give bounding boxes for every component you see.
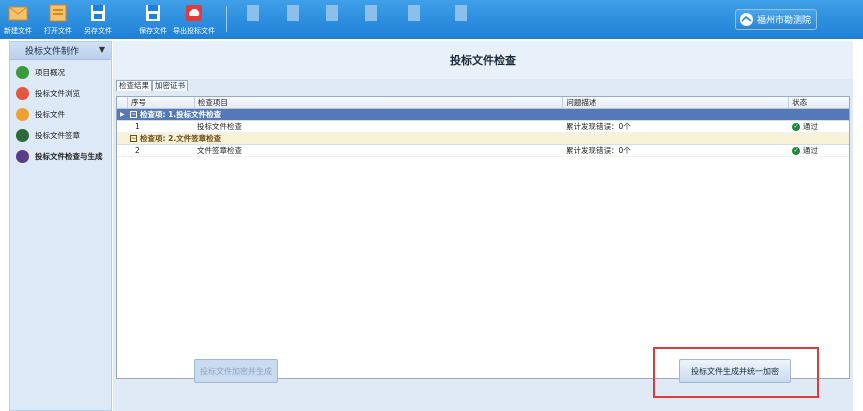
sidebar-item-bid-file[interactable]: 投标文件: [10, 108, 111, 129]
doc-icon: [455, 5, 467, 21]
check-generate-icon: [16, 150, 29, 163]
sidebar-item-project-overview[interactable]: 项目概况: [10, 66, 111, 87]
table-row[interactable]: 1 投标文件检查 累计发现错误：0个 ✓ 通过: [117, 121, 849, 133]
cell-no: 1: [135, 122, 140, 131]
check-circle-icon: ✓: [792, 146, 800, 155]
highlight-annotation: [653, 347, 819, 398]
sidebar-item-label: 项目概况: [35, 68, 65, 77]
cell-no: 2: [135, 146, 140, 155]
org-badge[interactable]: 福州市勘测院: [735, 9, 817, 30]
column-header-status[interactable]: 状态: [789, 97, 849, 108]
toolbar-disabled-button-4[interactable]: [360, 2, 382, 26]
status-cell: ✓ 通过: [789, 145, 849, 156]
save-icon: [146, 5, 160, 21]
save-as-icon: [91, 5, 105, 21]
toolbar-disabled-button-1[interactable]: [242, 2, 264, 26]
save-as-label: 另存文件: [84, 27, 112, 35]
page-title: 投标文件检查: [113, 41, 853, 79]
new-file-button[interactable]: 新建文件: [4, 2, 32, 36]
sidebar-header-label: 投标文件制作: [25, 47, 80, 57]
status-label: 通过: [803, 146, 818, 155]
sidebar-item-label: 投标文件: [35, 110, 65, 119]
check-results-table: 序号 检查项目 问题描述 状态 ▶ − 检查项: 1.投标文件检查 1 投标文件…: [116, 96, 850, 379]
sidebar-item-label: 投标文件签章: [35, 131, 80, 140]
column-header-item[interactable]: 检查项目: [195, 97, 564, 108]
doc-icon: [287, 5, 299, 21]
group-row[interactable]: ▶ − 检查项: 1.投标文件检查: [117, 109, 849, 121]
row-indicator-header: [117, 97, 128, 108]
group-label: 检查项: 1.投标文件检查: [140, 110, 222, 119]
browse-icon: [16, 87, 29, 100]
toolbar-disabled-button-2[interactable]: [282, 2, 304, 26]
project-overview-icon: [16, 66, 29, 79]
status-cell: ✓ 通过: [789, 121, 849, 132]
sidebar-item-check-generate[interactable]: 投标文件检查与生成: [10, 150, 111, 174]
sidebar-item-browse[interactable]: 投标文件浏览: [10, 87, 111, 108]
column-header-no[interactable]: 序号: [128, 97, 195, 108]
new-file-label: 新建文件: [4, 27, 32, 35]
tab-bar: 检查结果 加密证书: [116, 80, 188, 91]
open-file-button[interactable]: 打开文件: [44, 2, 72, 36]
chevron-down-icon: ▼: [98, 45, 105, 54]
save-button[interactable]: 保存文件: [139, 2, 167, 36]
org-logo-icon: [740, 13, 753, 26]
sidebar-item-signature[interactable]: 投标文件签章: [10, 129, 111, 150]
export-bid-button[interactable]: 导出投标文件: [173, 2, 215, 36]
open-file-icon: [49, 4, 67, 22]
sidebar: 投标文件制作 ▼ 项目概况 投标文件浏览 投标文件 投标文件签章 投标文件检查与…: [9, 41, 112, 411]
toolbar-disabled-button-3[interactable]: [321, 2, 343, 26]
group-row[interactable]: − 检查项: 2.文件签章检查: [117, 133, 849, 145]
toolbar-separator: [226, 6, 227, 32]
toolbar: 新建文件 打开文件 另存文件 保存文件 导出投标文件 福州市勘测院: [0, 0, 863, 39]
doc-icon: [408, 5, 420, 21]
doc-icon: [326, 5, 338, 21]
collapse-icon[interactable]: −: [130, 135, 137, 142]
table-header: 序号 检查项目 问题描述 状态: [117, 97, 849, 109]
cell-desc: 累计发现错误：0个: [566, 146, 631, 155]
toolbar-disabled-button-5[interactable]: [403, 2, 425, 26]
sidebar-item-label: 投标文件浏览: [35, 89, 80, 98]
collapse-icon[interactable]: −: [130, 111, 137, 118]
save-label: 保存文件: [139, 27, 167, 35]
cell-desc: 累计发现错误：0个: [566, 122, 631, 131]
save-as-button[interactable]: 另存文件: [84, 2, 112, 36]
group-label: 检查项: 2.文件签章检查: [140, 134, 222, 143]
org-name: 福州市勘测院: [757, 16, 812, 26]
column-header-desc[interactable]: 问题描述: [563, 97, 790, 108]
tab-check-results[interactable]: 检查结果: [116, 80, 152, 91]
tab-encryption-cert[interactable]: 加密证书: [152, 80, 188, 91]
open-file-label: 打开文件: [44, 27, 72, 35]
doc-icon: [365, 5, 377, 21]
export-bid-label: 导出投标文件: [173, 27, 215, 35]
table-row[interactable]: 2 文件签章检查 累计发现错误：0个 ✓ 通过: [117, 145, 849, 157]
check-circle-icon: ✓: [792, 122, 800, 131]
export-cloud-icon: [186, 5, 202, 21]
status-label: 通过: [803, 122, 818, 131]
cell-item: 投标文件检查: [197, 122, 242, 131]
encrypt-generate-button[interactable]: 投标文件加密并生成: [194, 359, 278, 383]
bid-file-icon: [16, 108, 29, 121]
sidebar-header[interactable]: 投标文件制作 ▼: [10, 42, 111, 60]
doc-icon: [247, 5, 259, 21]
cell-item: 文件签章检查: [197, 146, 242, 155]
new-file-icon: [8, 6, 28, 21]
toolbar-disabled-button-6[interactable]: [450, 2, 472, 26]
row-pointer-icon: ▶: [120, 111, 125, 118]
signature-icon: [16, 129, 29, 142]
sidebar-item-label: 投标文件检查与生成: [35, 152, 103, 161]
